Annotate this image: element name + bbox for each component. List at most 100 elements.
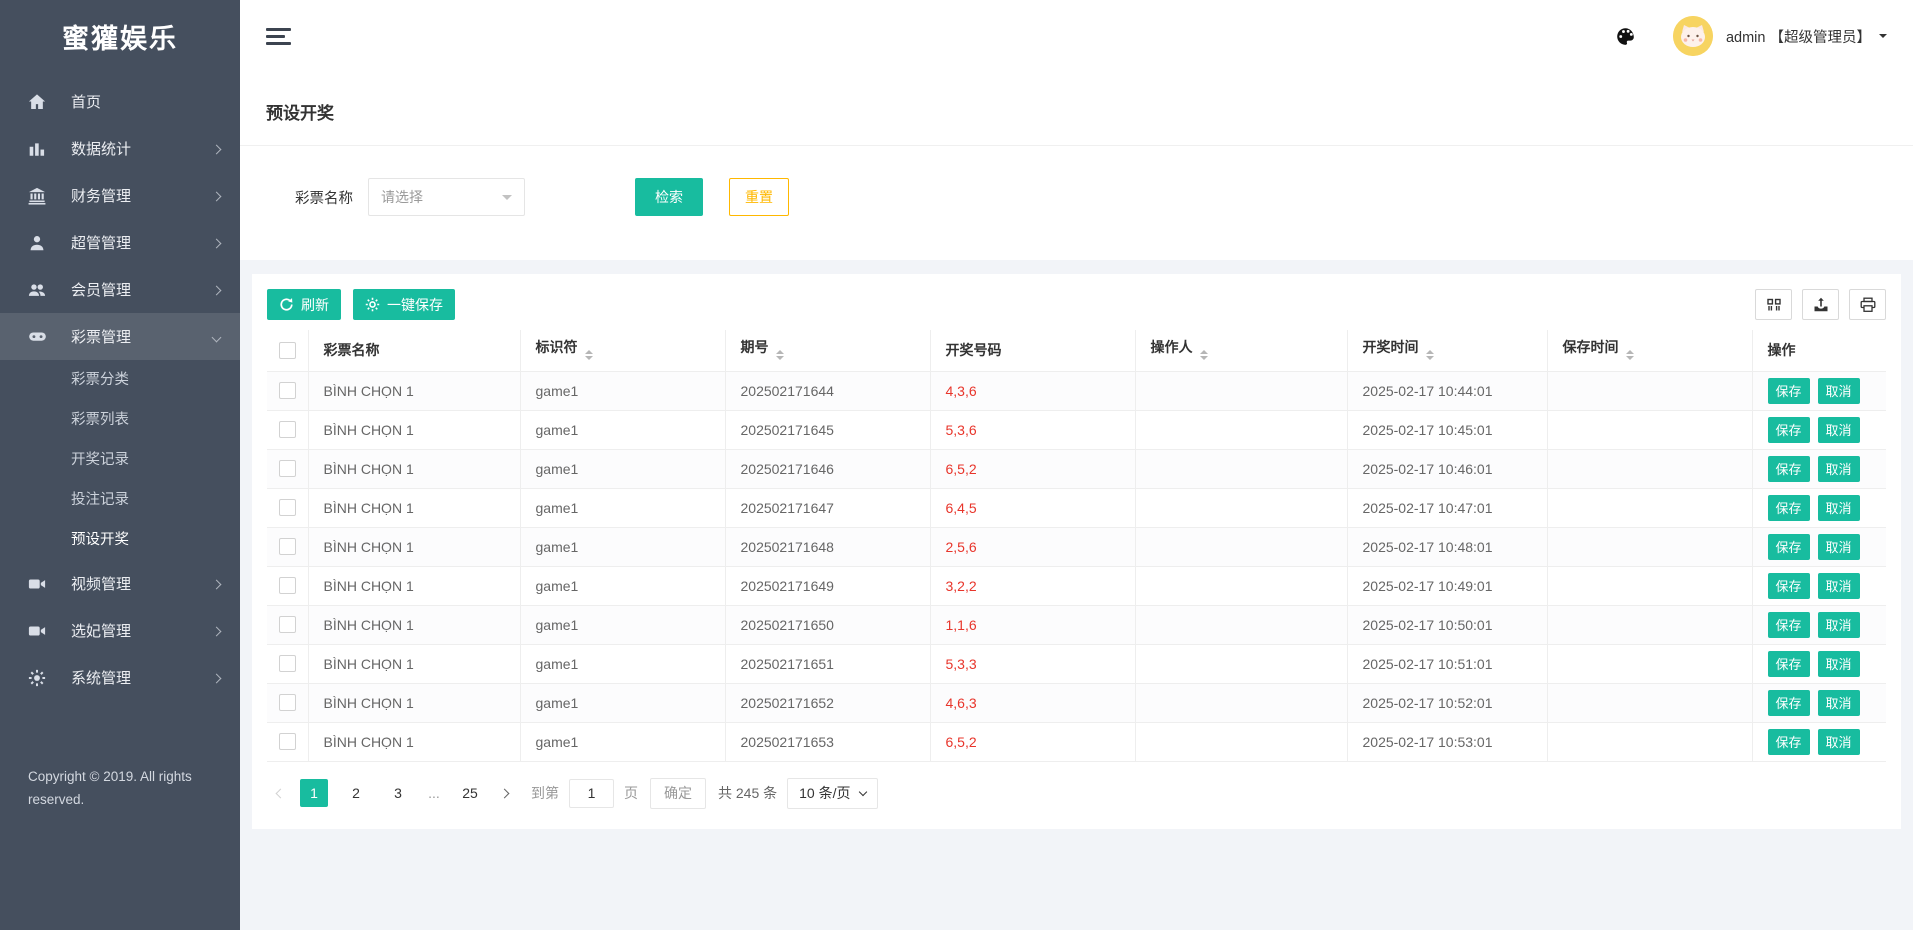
row-checkbox[interactable] [279, 538, 296, 555]
row-checkbox[interactable] [279, 655, 296, 672]
refresh-button[interactable]: 刷新 [267, 289, 341, 320]
sidebar-item-home[interactable]: 首页 [0, 78, 240, 125]
avatar[interactable] [1672, 16, 1713, 56]
row-cancel-button[interactable]: 取消 [1817, 611, 1860, 638]
row-save-button[interactable]: 保存 [1767, 455, 1810, 482]
cell-numbers: 2,5,6 [930, 527, 1136, 567]
sidebar-item-system[interactable]: 系统管理 [0, 654, 240, 701]
page-button-2[interactable]: 2 [342, 779, 370, 807]
column-header-name: 彩票名称 [308, 330, 521, 372]
row-save-button[interactable]: 保存 [1767, 611, 1810, 638]
page-button-3[interactable]: 3 [384, 779, 412, 807]
theme-palette-icon[interactable] [1616, 27, 1635, 46]
submenu-item-preset-draw[interactable]: 预设开奖 [0, 520, 240, 560]
row-checkbox[interactable] [279, 577, 296, 594]
row-checkbox[interactable] [279, 616, 296, 633]
sidebar-item-video[interactable]: 视频管理 [0, 560, 240, 607]
goto-confirm-button[interactable]: 确定 [650, 777, 706, 809]
cell-actions: 保存 取消 [1752, 644, 1886, 684]
page-button-1[interactable]: 1 [300, 779, 328, 807]
user-menu[interactable]: admin 【超级管理员】 [1726, 26, 1871, 47]
print-icon[interactable] [1849, 289, 1886, 320]
row-save-button[interactable]: 保存 [1767, 416, 1810, 443]
cell-issue: 202502171653 [725, 722, 931, 762]
cell-save_time [1547, 605, 1753, 645]
column-label: 期号 [740, 338, 769, 355]
sidebar-item-lottery[interactable]: 彩票管理 [0, 313, 240, 360]
row-checkbox[interactable] [279, 382, 296, 399]
row-save-button[interactable]: 保存 [1767, 650, 1810, 677]
column-header-issue[interactable]: 期号 [725, 330, 931, 372]
sort-icon[interactable] [775, 346, 784, 364]
row-cancel-button[interactable]: 取消 [1817, 650, 1860, 677]
column-header-operator[interactable]: 操作人 [1135, 330, 1348, 372]
column-header-save_time[interactable]: 保存时间 [1547, 330, 1753, 372]
cell-name: BÌNH CHỌN 1 [308, 644, 521, 684]
row-checkbox[interactable] [279, 499, 296, 516]
row-save-button[interactable]: 保存 [1767, 689, 1810, 716]
cell-name: BÌNH CHỌN 1 [308, 605, 521, 645]
row-cancel-button[interactable]: 取消 [1817, 533, 1860, 560]
row-save-button[interactable]: 保存 [1767, 572, 1810, 599]
row-cancel-button[interactable]: 取消 [1817, 377, 1860, 404]
bank-icon [27, 186, 47, 206]
sidebar-toggle-icon[interactable] [266, 27, 291, 45]
search-button[interactable]: 检索 [635, 178, 703, 216]
sidebar-item-superadmin[interactable]: 超管管理 [0, 219, 240, 266]
reset-button[interactable]: 重置 [729, 178, 789, 216]
page-size-select[interactable]: 10 条/页 [787, 777, 878, 809]
table-header-row: 彩票名称 标识符 期号 开奖号码 操作人 开奖时间 保存时间 操作 [267, 330, 1886, 372]
row-checkbox-cell [267, 566, 309, 606]
sidebar-item-members[interactable]: 会员管理 [0, 266, 240, 313]
row-cancel-button[interactable]: 取消 [1817, 416, 1860, 443]
cell-operator [1135, 410, 1348, 450]
sort-icon[interactable] [1199, 346, 1208, 364]
row-checkbox-cell [267, 722, 309, 762]
cell-name: BÌNH CHỌN 1 [308, 488, 521, 528]
select-placeholder: 请选择 [381, 189, 423, 205]
submenu-item-lottery-list[interactable]: 彩票列表 [0, 400, 240, 440]
row-checkbox[interactable] [279, 733, 296, 750]
column-header-code[interactable]: 标识符 [520, 330, 726, 372]
row-checkbox[interactable] [279, 421, 296, 438]
row-checkbox[interactable] [279, 460, 296, 477]
row-cancel-button[interactable]: 取消 [1817, 572, 1860, 599]
row-checkbox-cell [267, 605, 309, 645]
filter-columns-icon[interactable] [1755, 289, 1792, 320]
submenu-label: 开奖记录 [71, 452, 129, 468]
submenu-item-draw-records[interactable]: 开奖记录 [0, 440, 240, 480]
row-save-button[interactable]: 保存 [1767, 377, 1810, 404]
submenu-item-lottery-category[interactable]: 彩票分类 [0, 360, 240, 400]
sidebar-item-label: 会员管理 [71, 282, 132, 299]
next-page-button[interactable] [491, 779, 517, 807]
cell-code: game1 [520, 449, 726, 489]
row-save-button[interactable]: 保存 [1767, 494, 1810, 521]
row-checkbox[interactable] [279, 694, 296, 711]
cell-code: game1 [520, 410, 726, 450]
row-cancel-button[interactable]: 取消 [1817, 494, 1860, 521]
chevron-down-icon [858, 787, 867, 796]
select-all-checkbox[interactable] [279, 341, 296, 359]
cell-draw_time: 2025-02-17 10:50:01 [1347, 605, 1548, 645]
goto-page-input[interactable] [569, 778, 614, 808]
prev-page-button[interactable] [267, 779, 293, 807]
sidebar-item-statistics[interactable]: 数据统计 [0, 125, 240, 172]
save-all-button[interactable]: 一键保存 [353, 289, 455, 320]
row-save-button[interactable]: 保存 [1767, 533, 1810, 560]
sort-icon[interactable] [1425, 346, 1434, 364]
row-save-button[interactable]: 保存 [1767, 728, 1810, 755]
sidebar-item-finance[interactable]: 财务管理 [0, 172, 240, 219]
sidebar-item-concubine[interactable]: 选妃管理 [0, 607, 240, 654]
column-header-draw_time[interactable]: 开奖时间 [1347, 330, 1548, 372]
row-cancel-button[interactable]: 取消 [1817, 728, 1860, 755]
page-button-25[interactable]: 25 [456, 779, 484, 807]
row-cancel-button[interactable]: 取消 [1817, 689, 1860, 716]
cell-operator [1135, 527, 1348, 567]
sort-icon[interactable] [584, 346, 593, 364]
export-icon[interactable] [1802, 289, 1839, 320]
lottery-name-select[interactable]: 请选择 [368, 178, 525, 216]
sort-icon[interactable] [1625, 346, 1634, 364]
users-icon [27, 280, 47, 300]
row-cancel-button[interactable]: 取消 [1817, 455, 1860, 482]
submenu-item-bet-records[interactable]: 投注记录 [0, 480, 240, 520]
